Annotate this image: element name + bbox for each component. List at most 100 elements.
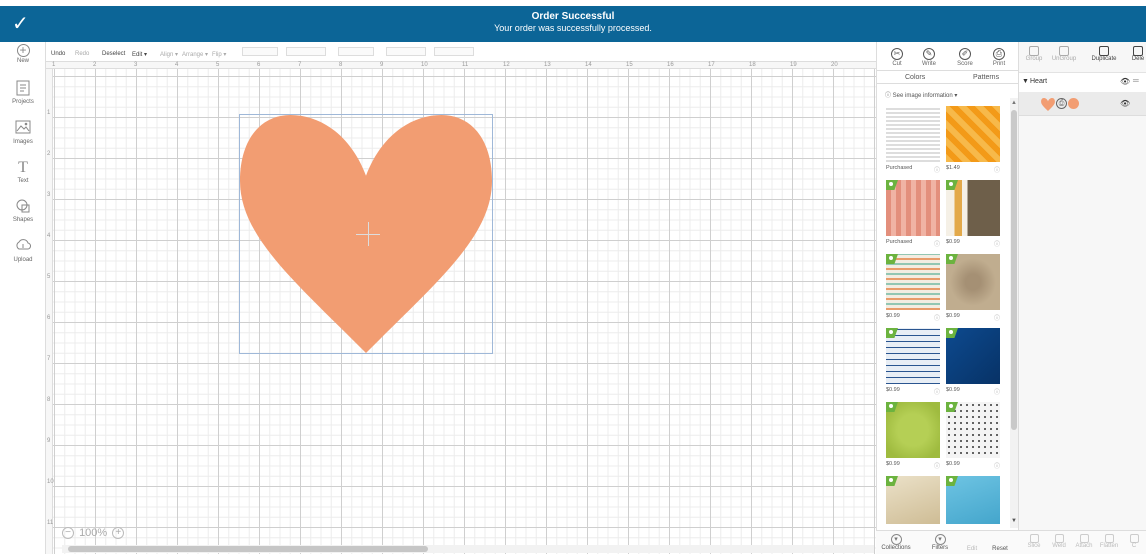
mode-score[interactable]: ✐ Score [951, 48, 979, 67]
tab-colors[interactable]: Colors [905, 74, 925, 81]
pattern-price: $0.99 [886, 313, 900, 319]
rotate-field[interactable] [338, 47, 374, 56]
scroll-down-arrow[interactable]: ▼ [1011, 518, 1017, 524]
new-button[interactable]: + New [0, 44, 46, 64]
ruler-top-number: 3 [134, 62, 138, 68]
text-icon: T [18, 159, 28, 176]
flip-menu[interactable]: Flip ▾ [212, 51, 226, 58]
collections-button[interactable]: ▾ Collections [878, 534, 914, 551]
pattern-price: $0.99 [886, 387, 900, 393]
duplicate-button[interactable]: Duplicate [1089, 46, 1119, 62]
text-button[interactable]: T Text [0, 159, 46, 184]
layer-action-icon [1129, 534, 1139, 543]
group-icon [1029, 46, 1039, 56]
images-icon [14, 120, 32, 138]
success-banner: ✓ Order Successful Your order was succes… [0, 6, 1146, 42]
pattern-scroll-thumb[interactable] [1011, 110, 1017, 430]
position-y-field[interactable] [434, 47, 474, 56]
redo-button[interactable]: Redo [75, 51, 89, 57]
heart-thumbnail [1041, 98, 1055, 111]
layer-action-button[interactable]: Slice [1022, 534, 1046, 549]
pattern-price: Purchased [886, 165, 913, 171]
ruler-top-number: 2 [93, 62, 97, 68]
info-icon[interactable]: ⓘ [994, 461, 1000, 470]
pattern-price: $0.99 [946, 461, 960, 467]
layer-action-button[interactable]: Weld [1047, 534, 1071, 549]
size-width-field[interactable] [242, 47, 278, 56]
arrange-menu[interactable]: Arrange ▾ [182, 51, 208, 58]
layer-action-button[interactable]: Flatten [1097, 534, 1121, 549]
info-icon[interactable]: ⓘ [934, 461, 940, 470]
visibility-icon[interactable]: 👁 [1120, 77, 1130, 86]
info-icon[interactable]: ⓘ [994, 313, 1000, 322]
position-x-field[interactable] [386, 47, 426, 56]
tab-patterns[interactable]: Patterns [973, 74, 999, 81]
collections-icon: ▾ [890, 534, 902, 545]
undo-button[interactable]: Undo [51, 51, 65, 57]
filters-button[interactable]: ▾ Filters [922, 534, 958, 551]
pattern-panel: ✂ Cut ✎ Write ✐ Score ⎙ Print Colors Pat… [876, 42, 1019, 554]
info-icon[interactable]: ⓘ [934, 239, 940, 248]
info-icon[interactable]: ⓘ [994, 239, 1000, 248]
projects-button[interactable]: Projects [0, 80, 46, 105]
see-image-information[interactable]: ⓘ See image information ▾ [885, 90, 957, 99]
group-label: Group [1025, 56, 1043, 62]
info-icon[interactable]: ⓘ [994, 387, 1000, 396]
layer-action-button[interactable]: C [1122, 534, 1146, 549]
ruler-left-number: 11 [47, 520, 54, 526]
info-icon[interactable]: ⓘ [994, 165, 1000, 174]
align-menu[interactable]: Align ▾ [160, 51, 178, 58]
zoom-out-button[interactable]: − [62, 527, 74, 540]
horizontal-scrollbar[interactable] [62, 545, 874, 553]
info-icon[interactable]: ⓘ [934, 387, 940, 396]
info-icon[interactable]: ⓘ [934, 313, 940, 322]
pattern-tile[interactable] [886, 106, 940, 162]
deselect-button[interactable]: Deselect [102, 51, 125, 57]
delete-button[interactable]: Dele [1123, 46, 1146, 62]
upload-button[interactable]: Upload [0, 238, 46, 263]
pattern-scrollbar[interactable] [1010, 98, 1018, 528]
scroll-thumb[interactable] [68, 546, 428, 552]
layers-bottom-bar: Slice Weld Attach Flatten C [1018, 530, 1146, 554]
ruler-left-number: 1 [47, 110, 51, 116]
ruler-top-number: 16 [667, 62, 674, 68]
cut-icon: ✂ [891, 48, 903, 60]
scroll-up-arrow[interactable]: ▲ [1011, 100, 1017, 106]
arrange-label: Arrange [182, 52, 204, 58]
ungroup-button[interactable]: UnGroup [1049, 46, 1079, 62]
left-ruler: 1 2 3 4 5 6 7 8 9 10 11 [46, 69, 54, 554]
layer-visibility-icon[interactable]: 👁 [1120, 99, 1130, 108]
layer-row-heart[interactable]: ⎙ 👁 [1019, 92, 1146, 116]
ruler-left-number: 7 [47, 356, 51, 362]
ruler-left-number: 3 [47, 192, 51, 198]
layers-panel: Group UnGroup Duplicate Dele ▼ Heart 👁 ═… [1018, 42, 1146, 554]
images-button[interactable]: Images [0, 120, 46, 145]
panel-tabs: Colors Patterns [877, 70, 1019, 84]
layer-group-heart[interactable]: ▼ Heart 👁 ═ [1019, 72, 1146, 92]
edit-menu[interactable]: Edit ▾ [132, 51, 147, 58]
ruler-left-number: 6 [47, 315, 51, 321]
menu-icon[interactable]: ═ [1133, 76, 1139, 85]
zoom-in-button[interactable]: + [112, 527, 125, 540]
group-button[interactable]: Group [1019, 46, 1049, 62]
shapes-button[interactable]: Shapes [0, 198, 46, 223]
mode-print[interactable]: ⎙ Print [985, 48, 1013, 67]
pattern-tile[interactable] [946, 106, 1000, 162]
reset-button[interactable]: Reset [982, 546, 1018, 552]
ruler-top-number: 1 [52, 62, 56, 68]
size-height-field[interactable] [286, 47, 326, 56]
align-label: Align [160, 52, 174, 58]
pattern-grid: Purchased ⓘ $1.49 ⓘ Purchased ⓘ $0.99 ⓘ $0.99 ⓘ $0… [877, 104, 1011, 524]
ruler-top-number: 4 [175, 62, 179, 68]
mode-write[interactable]: ✎ Write [915, 48, 943, 67]
delete-label: Dele [1131, 56, 1145, 62]
expand-arrow-icon[interactable]: ▼ [1022, 78, 1029, 85]
left-toolbar: + New Projects Images T Text Shapes Uplo… [0, 42, 46, 554]
mode-cut[interactable]: ✂ Cut [883, 48, 911, 67]
duplicate-label: Duplicate [1091, 56, 1117, 62]
layer-action-button[interactable]: Attach [1072, 534, 1096, 549]
info-icon[interactable]: ⓘ [934, 165, 940, 174]
ruler-left-number: 8 [47, 397, 51, 403]
flip-label: Flip [212, 52, 222, 58]
color-swatch[interactable] [1068, 98, 1079, 109]
